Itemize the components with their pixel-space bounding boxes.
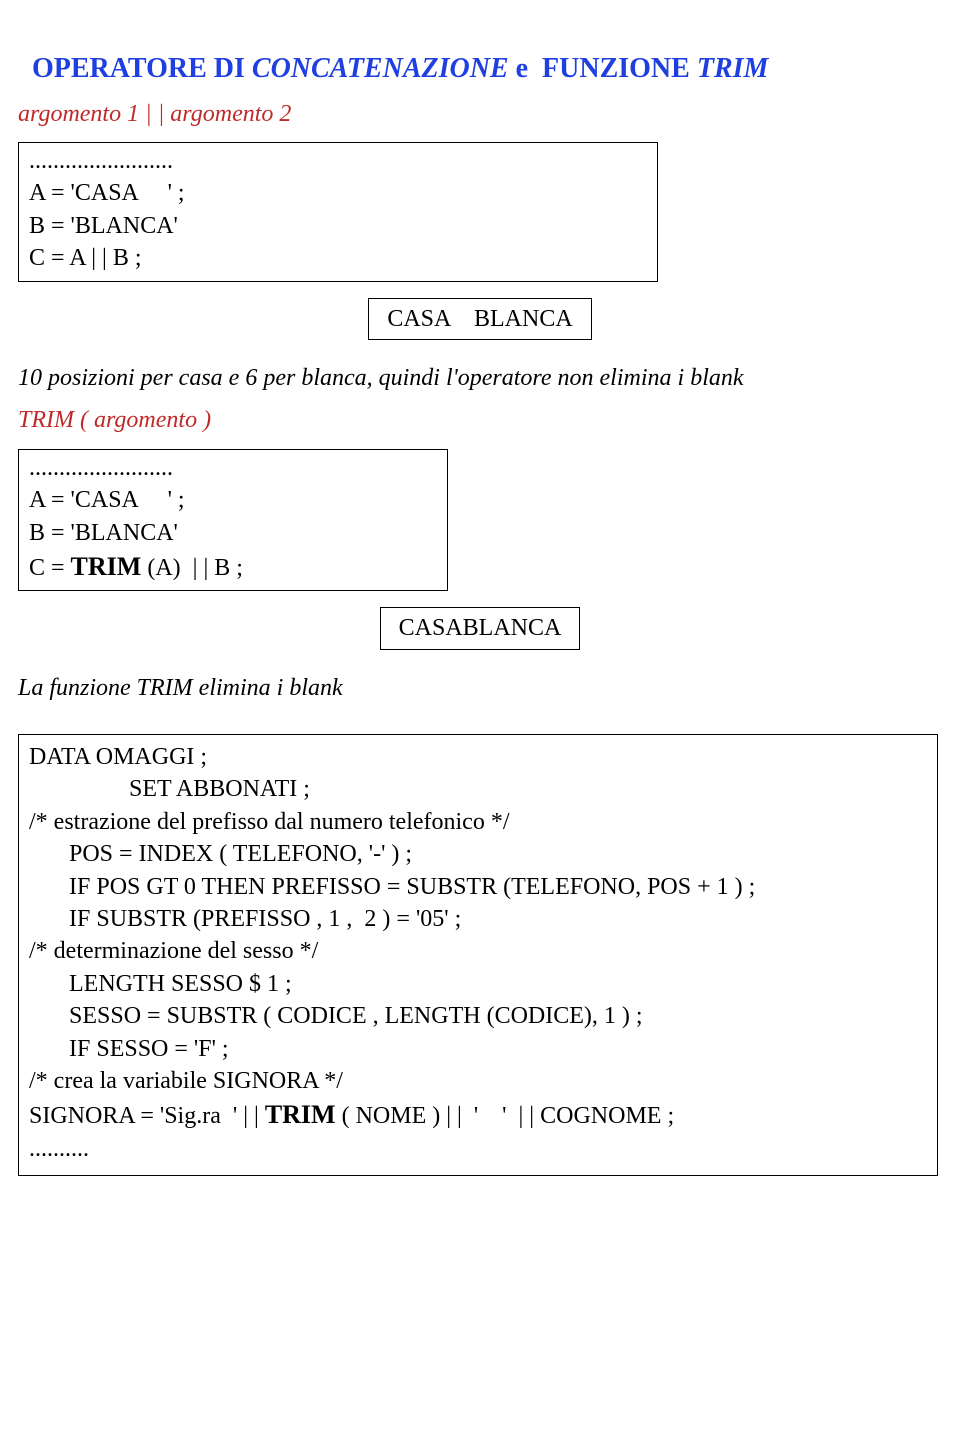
code-box-trim: ........................ A = 'CASA ' ; B… <box>18 449 448 592</box>
code-line: IF POS GT 0 THEN PREFISSO = SUBSTR (TELE… <box>69 871 927 903</box>
trim-keyword: TRIM <box>71 552 142 581</box>
caption-trim-pre: La funzione TRIM <box>18 675 199 701</box>
code-line: IF SESSO = 'F' ; <box>69 1033 927 1065</box>
caption-trim: La funzione TRIM elimina i blank <box>18 672 942 704</box>
code-box-program: DATA OMAGGI ; SET ABBONATI ; /* estrazio… <box>18 734 938 1176</box>
code-line: /* determinazione del sesso */ <box>29 935 927 967</box>
code-line: DATA OMAGGI ; <box>29 741 927 773</box>
caption-concat: 10 posizioni per casa e 6 per blanca, qu… <box>18 362 942 394</box>
code-line: A = 'CASA ' ; <box>29 484 437 516</box>
code-frag: ( NOME ) | | ' ' | | COGNOME ; <box>336 1103 675 1129</box>
code-frag: SIGNORA = 'Sig.ra ' | | <box>29 1103 265 1129</box>
code-line: A = 'CASA ' ; <box>29 177 647 209</box>
code-line: SET ABBONATI ; <box>129 773 927 805</box>
title-part-3: e FUNZIONE <box>509 53 697 84</box>
code-line: .......... <box>29 1133 927 1165</box>
syntax-trim: TRIM ( argomento ) <box>18 404 942 436</box>
code-line: SIGNORA = 'Sig.ra ' | | TRIM ( NOME ) | … <box>29 1097 927 1132</box>
code-line: LENGTH SESSO $ 1 ; <box>69 968 927 1000</box>
code-line: /* crea la variabile SIGNORA */ <box>29 1065 927 1097</box>
code-line: SESSO = SUBSTR ( CODICE , LENGTH (CODICE… <box>69 1000 927 1032</box>
code-line: /* estrazione del prefisso dal numero te… <box>29 806 927 838</box>
title-part-1: OPERATORE DI <box>32 53 252 84</box>
code-line: ........................ <box>29 452 437 484</box>
code-line: C = A | | B ; <box>29 242 647 274</box>
title-part-2: CONCATENAZIONE <box>252 53 509 84</box>
syntax-concat: argomento 1 | | argomento 2 <box>18 98 942 130</box>
result-box-trim: CASABLANCA <box>380 607 581 649</box>
code-frag: C = <box>29 555 71 581</box>
code-line: POS = INDEX ( TELEFONO, '-' ) ; <box>69 838 927 870</box>
code-line: B = 'BLANCA' <box>29 210 647 242</box>
code-line: B = 'BLANCA' <box>29 517 437 549</box>
caption-trim-post: elimina i blank <box>199 675 343 701</box>
page-title: OPERATORE DI CONCATENAZIONE e FUNZIONE T… <box>18 12 942 88</box>
code-line: ........................ <box>29 145 647 177</box>
code-line: IF SUBSTR (PREFISSO , 1 , 2 ) = '05' ; <box>69 903 927 935</box>
code-line: C = TRIM (A) | | B ; <box>29 549 437 584</box>
result-box-concat: CASA BLANCA <box>368 298 591 340</box>
title-part-4: TRIM <box>697 53 769 84</box>
code-box-concat: ........................ A = 'CASA ' ; B… <box>18 142 658 282</box>
code-frag: (A) | | B ; <box>141 555 243 581</box>
trim-keyword: TRIM <box>265 1100 336 1129</box>
